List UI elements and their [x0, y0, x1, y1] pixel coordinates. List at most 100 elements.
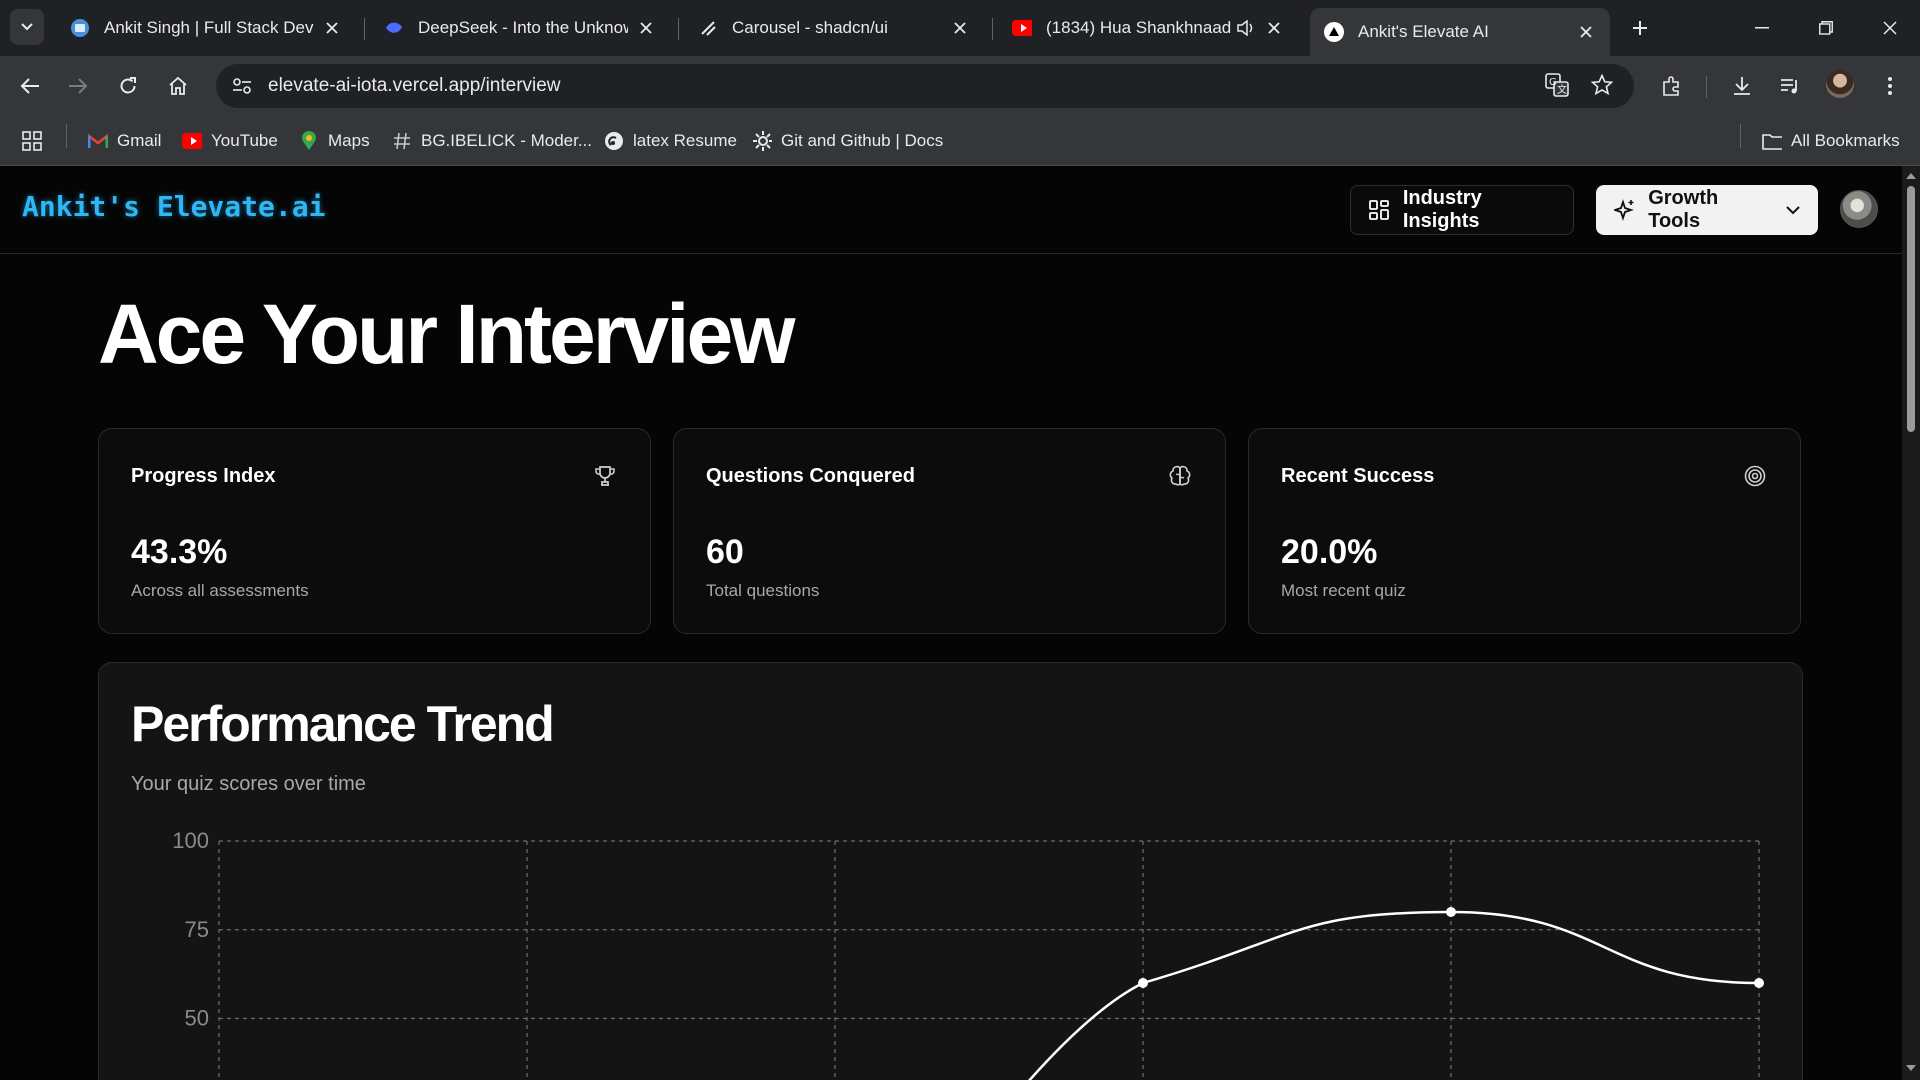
browser-toolbar: elevate-ai-iota.vercel.app/interview G文 — [0, 56, 1920, 116]
tab-divider — [364, 18, 365, 40]
app-logo[interactable]: Ankit's Elevate.ai — [22, 190, 325, 223]
target-icon — [1742, 463, 1768, 489]
bookmark-gmail[interactable]: Gmail — [88, 128, 161, 154]
restore-button[interactable] — [1806, 10, 1846, 46]
scroll-up-arrow-icon[interactable] — [1905, 170, 1917, 182]
tab-title: Ankit Singh | Full Stack Developer — [104, 18, 314, 37]
bookmark-bg-ibelick[interactable]: BG.IBELICK - Moder... — [392, 128, 592, 154]
forward-button[interactable] — [62, 70, 94, 102]
new-tab-button[interactable] — [1626, 14, 1654, 42]
translate-icon[interactable]: G文 — [1544, 72, 1570, 98]
bookmark-label: Gmail — [117, 131, 162, 150]
extensions-icon[interactable] — [1656, 70, 1688, 102]
home-button[interactable] — [162, 70, 194, 102]
maps-icon — [299, 131, 319, 151]
bookmark-star-icon[interactable] — [1589, 72, 1615, 98]
performance-trend-card: Performance Trend Your quiz scores over … — [98, 662, 1803, 1080]
download-icon[interactable] — [1726, 70, 1758, 102]
dashboard-icon — [1368, 198, 1391, 222]
back-button[interactable] — [14, 70, 46, 102]
y-tick-label: 75 — [185, 917, 209, 942]
close-icon[interactable] — [1576, 22, 1596, 42]
app-header: Ankit's Elevate.ai Industry Insights Gro… — [0, 166, 1902, 254]
browser-tab-strip: Ankit Singh | Full Stack Developer DeepS… — [0, 0, 1920, 56]
browser-menu-icon[interactable] — [1874, 70, 1906, 102]
stat-label: Progress Index — [131, 465, 276, 487]
stat-card-questions-conquered: Questions Conquered 60 Total questions — [673, 428, 1226, 634]
shadcn-icon — [698, 18, 718, 38]
minimize-button[interactable] — [1742, 10, 1782, 46]
overleaf-icon — [604, 131, 624, 151]
gear-icon — [752, 131, 772, 151]
tab-divider — [992, 18, 993, 40]
user-avatar[interactable] — [1840, 190, 1878, 228]
close-icon[interactable] — [950, 18, 970, 38]
speaker-icon[interactable] — [1236, 18, 1256, 38]
trophy-icon — [592, 463, 618, 489]
bookmark-latex-resume[interactable]: latex Resume — [604, 128, 737, 154]
tab-title: DeepSeek - Into the Unknown — [418, 18, 628, 37]
stat-value: 60 — [706, 533, 744, 571]
stat-caption: Most recent quiz — [1281, 581, 1406, 600]
tab-elevate-ai[interactable]: Ankit's Elevate AI — [1310, 8, 1610, 56]
deepseek-icon — [384, 18, 404, 38]
close-icon[interactable] — [1264, 18, 1284, 38]
address-bar[interactable]: elevate-ai-iota.vercel.app/interview — [216, 64, 1634, 108]
scrollbar-thumb[interactable] — [1907, 186, 1915, 432]
sparkles-icon — [1613, 198, 1636, 222]
stat-card-recent-success: Recent Success 20.0% Most recent quiz — [1248, 428, 1801, 634]
all-bookmarks-button[interactable]: All Bookmarks — [1762, 128, 1900, 154]
growth-tools-button[interactable]: Growth Tools — [1596, 185, 1818, 235]
bookmark-youtube[interactable]: YouTube — [182, 128, 278, 154]
all-bookmarks-label: All Bookmarks — [1791, 131, 1900, 150]
page-scrollbar[interactable] — [1902, 166, 1920, 1080]
stat-label: Recent Success — [1281, 465, 1435, 487]
gmail-icon — [88, 131, 108, 151]
bookmark-label: Git and Github | Docs — [781, 131, 944, 150]
toolbar-divider — [1706, 76, 1707, 98]
folder-icon — [1762, 131, 1782, 151]
bookmark-label: Maps — [328, 131, 370, 150]
industry-insights-button[interactable]: Industry Insights — [1350, 185, 1574, 235]
stat-value: 20.0% — [1281, 533, 1378, 571]
tab-deepseek[interactable]: DeepSeek - Into the Unknown — [370, 8, 670, 48]
close-window-button[interactable] — [1870, 10, 1910, 46]
performance-line-chart: 100 75 50 — [172, 828, 1764, 1080]
bookmark-git-github-docs[interactable]: Git and Github | Docs — [752, 128, 943, 154]
tab-portfolio[interactable]: Ankit Singh | Full Stack Developer — [56, 8, 356, 48]
tab-search-button[interactable] — [10, 9, 44, 45]
tab-youtube[interactable]: (1834) Hua Shankhnaad ( — [998, 8, 1298, 48]
data-point — [1754, 978, 1764, 988]
brain-icon — [1167, 463, 1193, 489]
page-title: Ace Your Interview — [98, 287, 795, 381]
apps-grid-icon[interactable] — [22, 128, 42, 154]
stat-label: Questions Conquered — [706, 465, 915, 487]
stat-card-progress-index: Progress Index 43.3% Across all assessme… — [98, 428, 651, 634]
tab-title: Carousel - shadcn/ui — [732, 18, 888, 37]
site-settings-icon[interactable] — [222, 66, 262, 106]
reload-button[interactable] — [112, 70, 144, 102]
growth-tools-label: Growth Tools — [1648, 187, 1719, 232]
bookmarks-bar — [0, 116, 1920, 166]
url-text[interactable]: elevate-ai-iota.vercel.app/interview — [268, 75, 1634, 97]
bookmark-divider — [1740, 124, 1741, 148]
y-tick-label: 100 — [172, 828, 209, 853]
svg-text:G: G — [1549, 77, 1557, 88]
tab-shadcn[interactable]: Carousel - shadcn/ui — [684, 8, 984, 48]
close-icon[interactable] — [322, 18, 342, 38]
youtube-icon — [182, 131, 202, 151]
svg-text:文: 文 — [1557, 83, 1567, 96]
media-control-icon[interactable] — [1774, 70, 1806, 102]
close-icon[interactable] — [636, 18, 656, 38]
portfolio-icon — [70, 18, 90, 38]
scroll-down-arrow-icon[interactable] — [1905, 1062, 1917, 1074]
stat-caption: Total questions — [706, 581, 820, 600]
youtube-icon — [1012, 18, 1032, 38]
bookmark-maps[interactable]: Maps — [299, 128, 370, 154]
performance-subtitle: Your quiz scores over time — [131, 773, 366, 795]
bookmark-label: YouTube — [211, 131, 278, 150]
bookmark-label: BG.IBELICK - Moder... — [421, 131, 593, 150]
data-point — [1138, 978, 1148, 988]
stat-caption: Across all assessments — [131, 581, 309, 600]
profile-avatar[interactable] — [1826, 70, 1854, 98]
